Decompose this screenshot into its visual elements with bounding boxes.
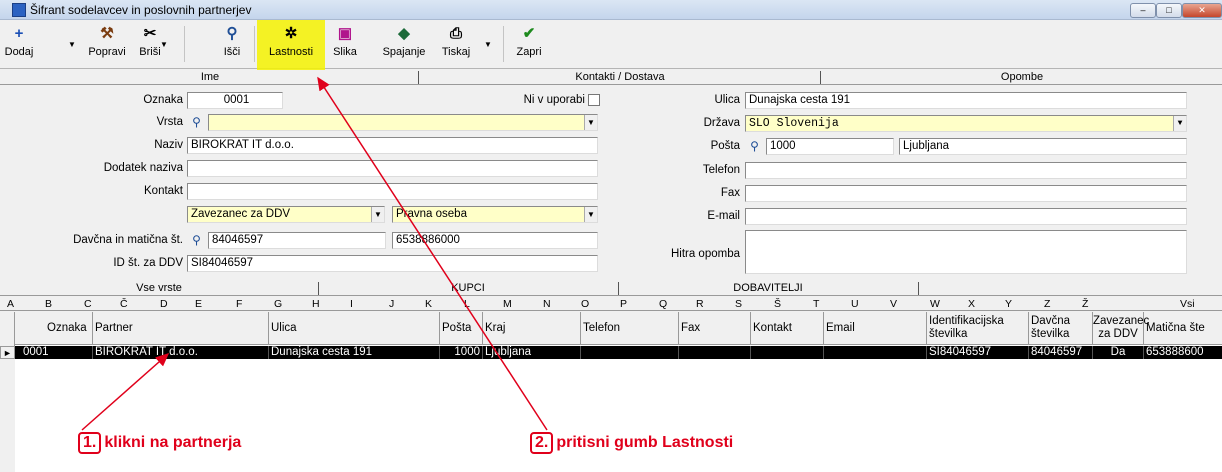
arrow-to-partner bbox=[81, 353, 170, 431]
annotation-step-2: 2. pritisni gumb Lastnosti bbox=[530, 432, 733, 454]
app-window: Šifrant sodelavcev in poslovnih partnerj… bbox=[0, 0, 1222, 472]
arrow-to-lastnosti bbox=[317, 76, 548, 431]
annotation-step-1: 1. klikni na partnerja bbox=[78, 432, 241, 454]
annotation-arrows bbox=[81, 76, 548, 431]
